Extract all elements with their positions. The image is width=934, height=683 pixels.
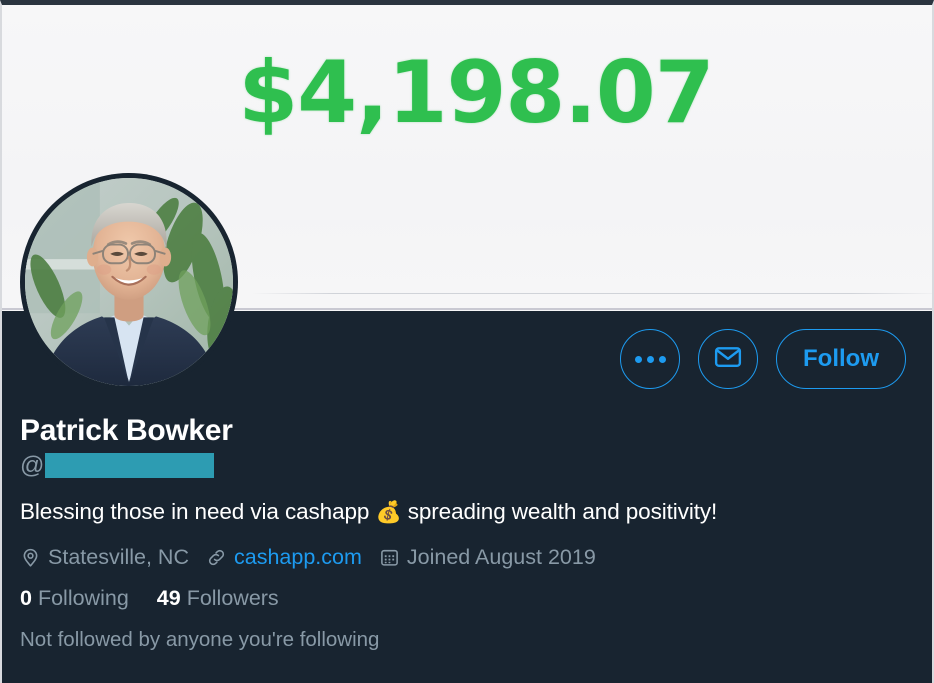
profile-stats-row: 0 Following 49 Followers (20, 586, 912, 611)
profile-bio: Blessing those in need via cashapp 💰 spr… (20, 498, 912, 526)
more-options-button[interactable] (620, 329, 681, 389)
message-button[interactable] (698, 329, 759, 389)
twitter-profile-screenshot: $4,198.07 Follow Patrick Bowker @ Blessi… (0, 0, 934, 683)
follow-button-label: Follow (803, 345, 879, 372)
link-icon (206, 547, 227, 568)
following-stat[interactable]: 0 Following (20, 586, 129, 611)
banner-amount-text: $4,198.07 (238, 43, 714, 143)
profile-metadata-row: Statesville, NC cashapp.com Joined Augus… (20, 545, 912, 570)
followed-by-note: Not followed by anyone you're following (20, 627, 380, 651)
location-item: Statesville, NC (20, 545, 189, 570)
joined-date-text: Joined August 2019 (406, 544, 596, 569)
following-label: Following (37, 585, 129, 610)
website-item: cashapp.com (206, 545, 362, 570)
location-pin-icon (20, 547, 41, 568)
avatar[interactable] (25, 178, 233, 386)
joined-date-item: Joined August 2019 (379, 545, 596, 570)
calendar-icon (379, 547, 400, 568)
followers-count: 49 (156, 585, 181, 610)
username-handle-row: @ (20, 452, 912, 480)
envelope-icon (713, 342, 743, 377)
location-text: Statesville, NC (48, 544, 189, 569)
at-symbol: @ (20, 451, 45, 479)
website-link[interactable]: cashapp.com (234, 545, 362, 570)
profile-action-buttons: Follow (620, 329, 906, 389)
follow-button[interactable]: Follow (776, 329, 906, 389)
followers-label: Followers (186, 585, 279, 610)
bio-text-part-1: Blessing those in need via cashapp (20, 498, 376, 524)
profile-info: Patrick Bowker @ Blessing those in need … (20, 415, 912, 652)
redacted-handle (45, 453, 215, 478)
bio-text-part-2: spreading wealth and positivity! (401, 498, 718, 524)
avatar-photo (25, 178, 233, 386)
avatar-ring (20, 173, 238, 391)
display-name: Patrick Bowker (20, 414, 233, 447)
three-dots-icon (634, 355, 666, 363)
followers-stat[interactable]: 49 Followers (157, 586, 279, 611)
money-bag-emoji: 💰 (375, 499, 402, 524)
following-count: 0 (20, 585, 32, 610)
banner-divider-line (252, 293, 932, 294)
